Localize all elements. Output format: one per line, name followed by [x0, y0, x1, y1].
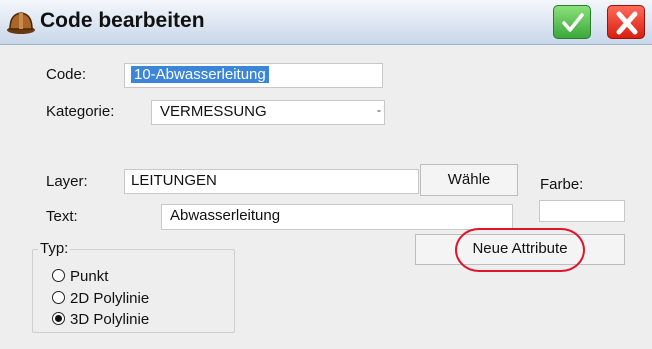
radio-icon — [52, 269, 65, 282]
radio-label: 2D Polylinie — [70, 290, 150, 307]
radio-icon — [52, 291, 65, 304]
dropdown-arrow-icon: - — [377, 103, 381, 117]
radio-label: 3D Polylinie — [70, 311, 150, 328]
radio-punkt[interactable]: Punkt — [52, 268, 108, 288]
cancel-button[interactable] — [607, 5, 645, 39]
code-field[interactable]: 10-Abwasserleitung — [124, 63, 383, 88]
radio-label: Punkt — [70, 268, 109, 285]
checkmark-icon — [562, 13, 584, 32]
radio-3d-polylinie[interactable]: 3D Polylinie — [52, 311, 149, 331]
layer-value: LEITUNGEN — [131, 172, 217, 189]
close-icon — [616, 11, 638, 35]
layer-label: Layer: — [46, 173, 88, 190]
farbe-label: Farbe: — [540, 176, 584, 193]
window-title: Code bearbeiten — [40, 9, 205, 32]
kategorie-label: Kategorie: — [46, 103, 115, 120]
text-label: Text: — [46, 208, 78, 225]
hard-hat-icon — [6, 8, 36, 36]
kategorie-dropdown[interactable]: VERMESSUNG - — [151, 100, 385, 125]
code-label: Code: — [46, 66, 87, 83]
waehle-button[interactable]: Wähle — [420, 164, 518, 196]
neue-attribute-button[interactable]: Neue Attribute — [415, 234, 625, 265]
kategorie-value: VERMESSUNG — [160, 103, 267, 120]
text-value: Abwasserleitung — [170, 207, 281, 224]
text-field[interactable]: Abwasserleitung — [161, 204, 513, 230]
radio-2d-polylinie[interactable]: 2D Polylinie — [52, 290, 149, 310]
typ-label: Typ: — [38, 240, 71, 257]
layer-field[interactable]: LEITUNGEN — [124, 169, 419, 194]
radio-checked-icon — [52, 312, 65, 325]
title-bar: Code bearbeiten — [0, 0, 652, 45]
farbe-swatch[interactable] — [539, 200, 625, 222]
code-value: 10-Abwasserleitung — [131, 66, 269, 83]
ok-button[interactable] — [553, 5, 591, 39]
